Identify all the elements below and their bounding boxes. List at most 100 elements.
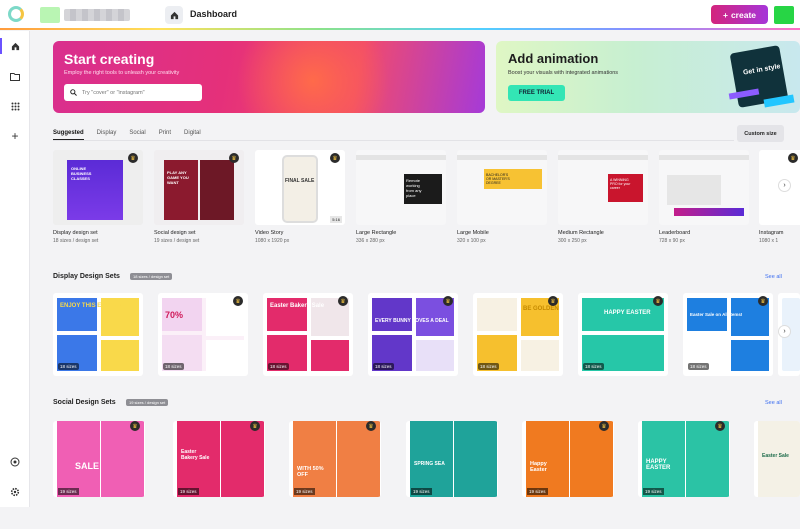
sidebar-folders[interactable]: [7, 68, 23, 84]
sidebar-apps[interactable]: [7, 98, 23, 114]
display-set-card[interactable]: 70% ♛ 18 sizes: [158, 293, 248, 376]
crown-icon: ♛: [330, 153, 340, 163]
user-avatar[interactable]: [774, 6, 794, 24]
gear-icon: [10, 487, 20, 497]
card-size-label: 18 sizes: [268, 363, 289, 370]
category-tabs: Suggested Display Social Print Digital: [53, 130, 201, 140]
sidebar-home[interactable]: [0, 38, 23, 54]
display-see-all[interactable]: See all: [765, 274, 782, 280]
social-set-card[interactable]: Easter Bakery Sale ♛ 19 sizes: [173, 421, 265, 497]
social-set-card[interactable]: Easter Sale: [754, 421, 800, 497]
display-scroll-right[interactable]: ›: [778, 325, 791, 338]
custom-size-button[interactable]: Custom size: [737, 125, 784, 142]
card-text: Easter Sale: [762, 453, 789, 459]
card-text: 70%: [165, 310, 184, 320]
search-icon: [70, 89, 77, 96]
create-button[interactable]: + create: [711, 5, 768, 24]
display-sets-title: Display Design Sets: [53, 273, 120, 280]
social-set-card[interactable]: SALE ♛ 19 sizes: [53, 421, 145, 497]
card-text: SALE: [75, 461, 100, 471]
social-set-card[interactable]: SPRING SEA 19 sizes: [406, 421, 498, 497]
template-name: Medium Rectangle: [558, 230, 604, 236]
display-set-card[interactable]: Easter Sale on All Items! ♛ 18 sizes: [683, 293, 773, 376]
start-creating-title: Start creating: [64, 51, 155, 67]
home-button[interactable]: [165, 6, 183, 24]
card-size-label: 19 sizes: [178, 488, 199, 495]
templates-scroll-right[interactable]: ›: [778, 179, 791, 192]
template-search[interactable]: [64, 84, 202, 101]
display-sets-badge: 18 sizes / design set: [130, 273, 173, 280]
template-card[interactable]: A WINNING PRO for your career Medium Rec…: [558, 150, 648, 244]
sidebar-help[interactable]: [7, 454, 23, 470]
crown-icon: ♛: [130, 421, 140, 431]
tab-display[interactable]: Display: [97, 130, 117, 136]
template-card[interactable]: ♛ Instagram 1080 x 1: [759, 150, 800, 244]
sidebar-add[interactable]: +: [7, 128, 23, 144]
card-size-label: 19 sizes: [643, 488, 664, 495]
card-size-label: 18 sizes: [583, 363, 604, 370]
page-title: Dashboard: [190, 9, 238, 19]
template-card[interactable]: FINAL SALE ♛ 5:16 Video Story 1080 x 1920 …: [255, 150, 345, 244]
crown-icon: ♛: [758, 296, 768, 306]
template-name: Social design set: [154, 230, 196, 236]
card-size-label: 19 sizes: [411, 488, 432, 495]
app-logo[interactable]: [8, 6, 24, 22]
template-size: 18 sizes / design set: [53, 238, 99, 244]
card-size-label: 18 sizes: [163, 363, 184, 370]
crown-icon: ♛: [366, 421, 376, 431]
crown-icon: ♛: [338, 296, 348, 306]
card-text: BE GOLDEN: [523, 306, 559, 312]
social-sets-title: Social Design Sets: [53, 399, 116, 406]
social-set-card[interactable]: WITH 50% OFF ♛ 19 sizes: [289, 421, 381, 497]
template-card[interactable]: Remote working from any place Large Rect…: [356, 150, 446, 244]
template-size: 19 sizes / design set: [154, 238, 200, 244]
plus-icon: +: [11, 129, 19, 143]
workspace-avatar: [40, 7, 60, 23]
add-animation-banner[interactable]: Add animation Boost your visuals with in…: [496, 41, 800, 113]
template-thumb-text: ONLINE BUSINESS CLASSES: [71, 166, 92, 181]
card-text: HAPPY EASTER: [604, 310, 651, 316]
template-card[interactable]: PLAY ANY GAME YOU WANT ♛ Social design se…: [154, 150, 244, 244]
crown-icon: ♛: [715, 421, 725, 431]
display-set-card[interactable]: BE GOLDEN ♛ 18 sizes: [473, 293, 563, 376]
home-icon: [170, 11, 178, 19]
start-creating-banner: Start creating Employ the right tools to…: [53, 41, 485, 113]
template-size: 300 x 250 px: [558, 238, 587, 244]
top-bar: Dashboard + create: [0, 0, 800, 30]
tab-digital[interactable]: Digital: [184, 130, 201, 136]
add-animation-title: Add animation: [508, 51, 599, 66]
card-size-label: 19 sizes: [58, 488, 79, 495]
tab-social[interactable]: Social: [129, 130, 145, 136]
template-name: Instagram: [759, 230, 784, 236]
template-card[interactable]: ONLINE BUSINESS CLASSES ♛ Display design …: [53, 150, 143, 244]
free-trial-button[interactable]: FREE TRIAL: [508, 85, 565, 101]
display-set-card[interactable]: HAPPY EASTER ♛ 18 sizes: [578, 293, 668, 376]
template-thumb-text: PLAY ANY GAME YOU WANT: [167, 170, 189, 185]
display-set-card[interactable]: ENJOY THIS EASTER 18 sizes: [53, 293, 143, 376]
card-text: Easter Sale on All Items!: [690, 312, 743, 317]
crown-icon: ♛: [128, 153, 138, 163]
social-set-card[interactable]: Happy Easter ♛ 19 sizes: [522, 421, 614, 497]
template-name: Display design set: [53, 230, 98, 236]
template-thumb-text: Remote working from any place: [406, 178, 422, 198]
card-size-label: 18 sizes: [688, 363, 709, 370]
template-name: Large Rectangle: [356, 230, 397, 236]
social-set-card[interactable]: HAPPY EASTER ♛ 19 sizes: [638, 421, 730, 497]
display-set-card[interactable]: EVERY BUNNY LOVES A DEAL ♛ 18 sizes: [368, 293, 458, 376]
template-card[interactable]: BACHELOR'S OR MASTER'S DEGREE Large Mobi…: [457, 150, 547, 244]
template-card[interactable]: Leaderboard 728 x 90 px: [659, 150, 749, 244]
card-text: EVERY BUNNY LOVES A DEAL: [375, 318, 449, 324]
search-input[interactable]: [82, 89, 192, 96]
sidebar-settings[interactable]: [7, 484, 23, 500]
display-set-card[interactable]: Easter Bakery Sale ♛ 18 sizes: [263, 293, 353, 376]
social-see-all[interactable]: See all: [765, 400, 782, 406]
crown-icon: ♛: [788, 153, 798, 163]
folder-icon: [10, 72, 20, 81]
card-text: WITH 50% OFF: [297, 466, 324, 478]
main-content: Start creating Employ the right tools to…: [38, 31, 800, 507]
tab-print[interactable]: Print: [159, 130, 171, 136]
card-text: HAPPY EASTER: [646, 459, 671, 471]
crown-icon: ♛: [250, 421, 260, 431]
tab-suggested[interactable]: Suggested: [53, 130, 84, 140]
create-button-label: create: [730, 9, 757, 20]
